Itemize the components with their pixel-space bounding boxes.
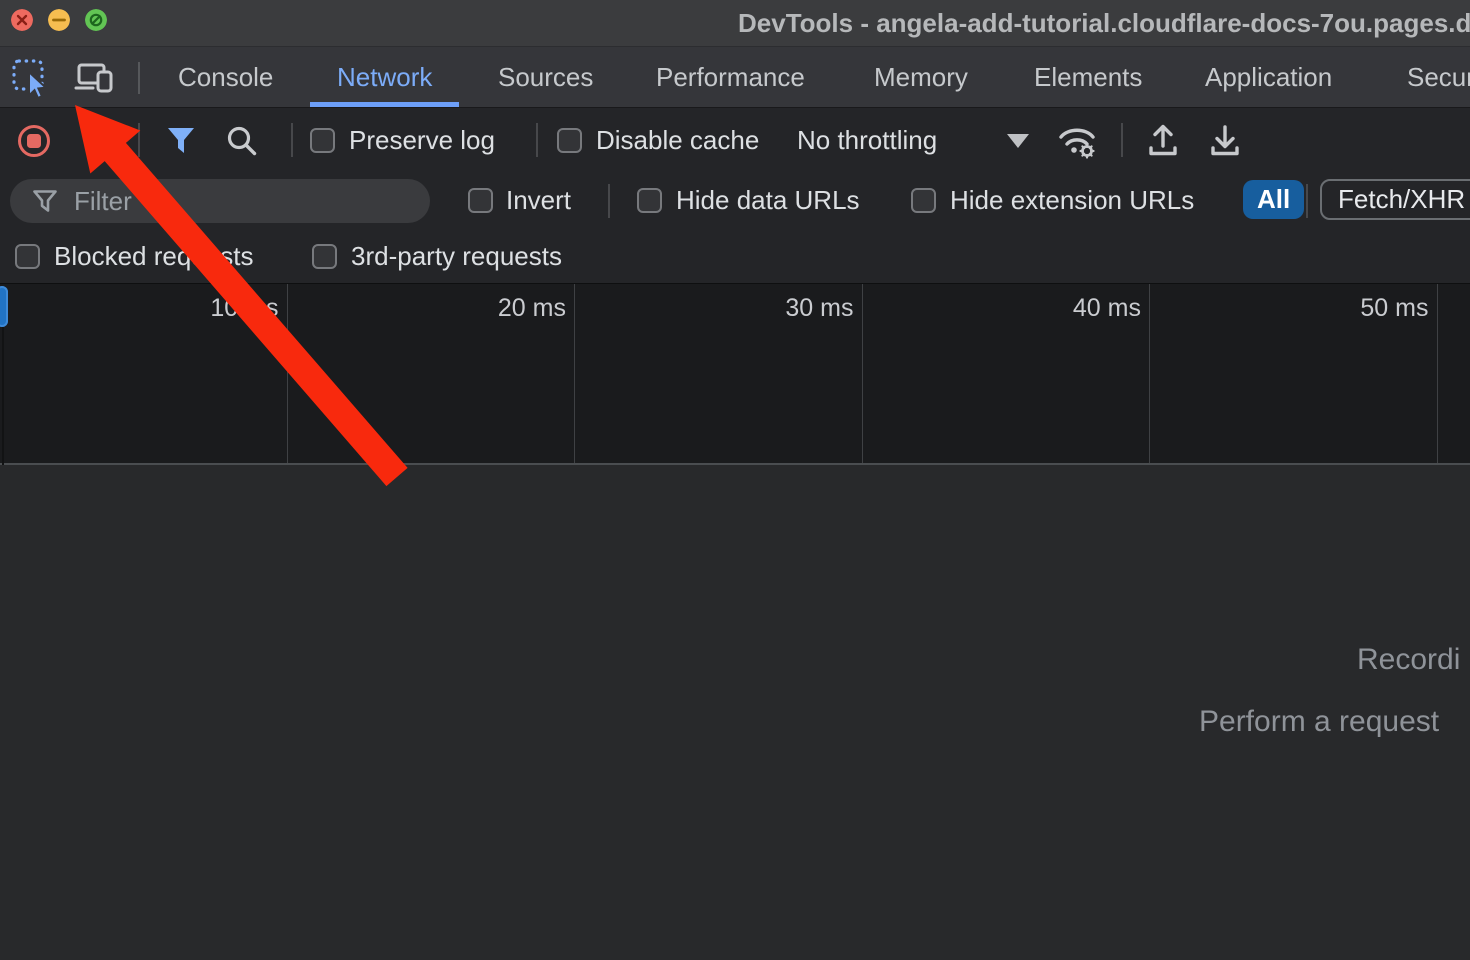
tabbar-separator: [138, 62, 140, 94]
checkbox-label: Preserve log: [349, 125, 495, 156]
timeline-tick-label: 50 ms: [1360, 294, 1428, 323]
download-icon: [1206, 121, 1244, 159]
toolbar-separator: [536, 123, 538, 157]
timeline-column: 50 ms: [1150, 284, 1438, 463]
timeline-column: 30 ms: [575, 284, 863, 463]
upload-icon: [1144, 121, 1182, 159]
chevron-down-icon: [1007, 134, 1029, 148]
timeline-column: 20 ms: [288, 284, 576, 463]
preserve-log-checkbox[interactable]: Preserve log: [310, 108, 495, 172]
hide-data-urls-checkbox[interactable]: Hide data URLs: [637, 171, 860, 230]
tab-label: Console: [178, 62, 273, 93]
toolbar-separator: [291, 123, 293, 157]
tab-performance[interactable]: Performance: [629, 47, 832, 107]
tab-memory[interactable]: Memory: [847, 47, 995, 107]
checkbox-label: Hide extension URLs: [950, 185, 1194, 216]
blocked-requests-checkbox[interactable]: Blocked requests: [15, 230, 253, 283]
tab-label: Network: [337, 62, 432, 93]
checkbox-label: Disable cache: [596, 125, 759, 156]
network-request-panel: Recordi Perform a request: [0, 465, 1470, 960]
checkbox-box: [911, 188, 936, 213]
throttling-value: No throttling: [797, 125, 937, 156]
filter-field[interactable]: [10, 179, 430, 223]
tab-security[interactable]: Security: [1380, 47, 1470, 107]
request-type-all-chip[interactable]: All: [1243, 180, 1304, 219]
third-party-requests-checkbox[interactable]: 3rd-party requests: [312, 230, 562, 283]
invert-checkbox[interactable]: Invert: [468, 171, 571, 230]
checkbox-box: [312, 244, 337, 269]
search-icon: [224, 123, 260, 159]
window-title: DevTools - angela-add-tutorial.cloudflar…: [738, 8, 1470, 39]
tab-label: Performance: [656, 62, 805, 93]
import-har-button[interactable]: [1144, 121, 1182, 164]
checkbox-label: Invert: [506, 185, 571, 216]
toolbar-separator: [138, 123, 140, 157]
search-button[interactable]: [224, 123, 260, 164]
funnel-outline-icon: [32, 188, 58, 214]
overview-selection-handle: [0, 286, 8, 327]
network-options-row: Blocked requests 3rd-party requests: [0, 230, 1470, 283]
timeline-tick-label: 40 ms: [1073, 294, 1141, 323]
network-filter-row: Invert Hide data URLs Hide extension URL…: [0, 171, 1470, 230]
tab-console[interactable]: Console: [151, 47, 300, 107]
stop-recording-button[interactable]: [18, 125, 50, 157]
inspect-cursor-icon: [10, 57, 52, 99]
checkbox-label: Hide data URLs: [676, 185, 860, 216]
timeline-column: 40 ms: [863, 284, 1151, 463]
filter-input[interactable]: [72, 185, 396, 218]
funnel-icon: [166, 125, 196, 155]
tab-application[interactable]: Application: [1178, 47, 1359, 107]
checkbox-box: [310, 128, 335, 153]
timeline-tick-label: 30 ms: [785, 294, 853, 323]
toolbar-separator: [1306, 184, 1308, 218]
request-type-fetch-xhr-chip[interactable]: Fetch/XHR: [1320, 179, 1470, 220]
inspect-element-button[interactable]: [10, 57, 52, 99]
tab-label: Application: [1205, 62, 1332, 93]
tab-elements[interactable]: Elements: [1007, 47, 1169, 107]
timeline-tick-label: 20 ms: [498, 294, 566, 323]
device-toolbar-icon: [74, 58, 116, 98]
tab-label: Security: [1407, 62, 1470, 93]
checkbox-box: [15, 244, 40, 269]
throttling-dropdown[interactable]: No throttling: [797, 108, 937, 172]
timeline-column: 10 ms: [0, 284, 288, 463]
checkbox-box: [557, 128, 582, 153]
filter-toggle-button[interactable]: [166, 125, 196, 160]
window-titlebar: DevTools - angela-add-tutorial.cloudflar…: [0, 0, 1470, 46]
disable-cache-checkbox[interactable]: Disable cache: [557, 108, 759, 172]
network-overview-timeline[interactable]: 10 ms 20 ms 30 ms 40 ms 50 ms: [0, 283, 1470, 465]
tab-network[interactable]: Network: [310, 47, 459, 107]
overview-edge-line: [2, 327, 4, 465]
checkbox-box: [468, 188, 493, 213]
devtools-tabbar: Console Network Sources Performance Memo…: [0, 46, 1470, 107]
toolbar-separator: [608, 184, 610, 218]
tab-label: Sources: [498, 62, 593, 93]
tab-label: Elements: [1034, 62, 1142, 93]
tab-label: Memory: [874, 62, 968, 93]
network-toolbar: Preserve log Disable cache No throttling: [0, 107, 1470, 171]
checkbox-box: [637, 188, 662, 213]
close-window-icon[interactable]: [11, 9, 33, 31]
timeline-tick-label: 10 ms: [210, 294, 278, 323]
empty-state-line2: Perform a request: [1199, 705, 1439, 739]
tab-sources[interactable]: Sources: [471, 47, 620, 107]
minimize-window-icon[interactable]: [48, 9, 70, 31]
zoom-window-icon[interactable]: [85, 9, 107, 31]
network-conditions-button[interactable]: [1054, 120, 1104, 167]
export-har-button[interactable]: [1206, 121, 1244, 164]
wifi-gear-icon: [1054, 120, 1104, 162]
toggle-device-toolbar-button[interactable]: [74, 57, 116, 99]
hide-extension-urls-checkbox[interactable]: Hide extension URLs: [911, 171, 1194, 230]
checkbox-label: Blocked requests: [54, 241, 253, 272]
empty-state-line1: Recordi: [1357, 643, 1460, 677]
toolbar-separator: [1121, 123, 1123, 157]
clear-network-log-button[interactable]: [84, 126, 115, 157]
checkbox-label: 3rd-party requests: [351, 241, 562, 272]
